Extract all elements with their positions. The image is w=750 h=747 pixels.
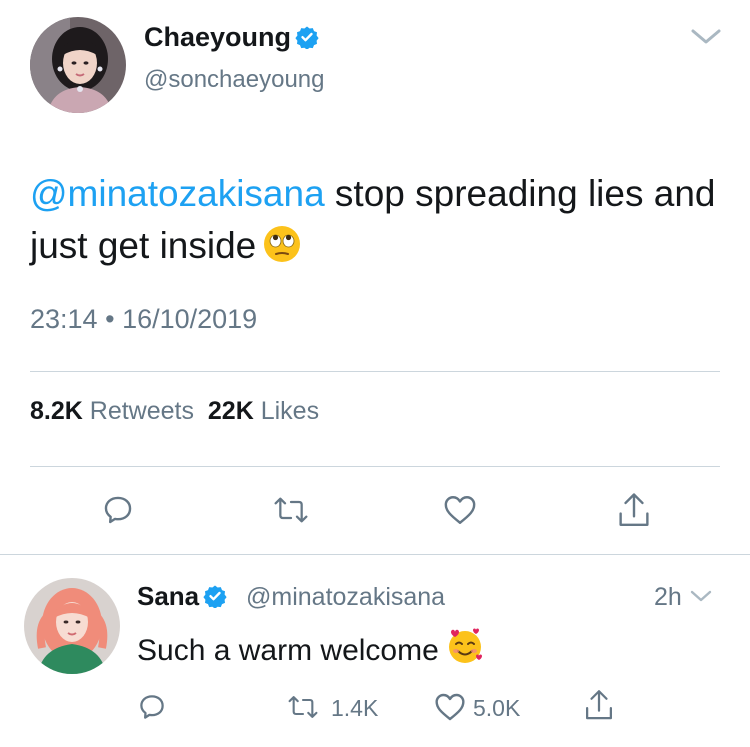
reply-author-name-text: Sana	[137, 581, 200, 611]
retweet-icon	[274, 497, 308, 523]
face-with-rolling-eyes-icon	[262, 224, 302, 278]
like-button[interactable]	[443, 494, 477, 531]
author-avatar[interactable]	[30, 17, 126, 113]
chevron-down-icon[interactable]	[690, 28, 722, 51]
chevron-down-icon[interactable]	[689, 589, 713, 603]
tweet-timestamp[interactable]: 23:14 • 16/10/2019	[30, 304, 257, 335]
retweet-button[interactable]	[271, 494, 311, 531]
retweets-count: 8.2K	[30, 397, 83, 425]
likes-label: Likes	[260, 397, 320, 425]
reply-body-text: Such a warm welcome	[137, 634, 439, 667]
likes-stat[interactable]: 22K Likes	[208, 397, 319, 425]
tweet-text: @minatozakisana stop spreading lies and …	[30, 168, 730, 278]
reply-author-name[interactable]: Sana	[137, 581, 227, 615]
reply-author-handle[interactable]: @minatozakisana	[246, 583, 445, 612]
tweet-time: 23:14	[30, 304, 98, 334]
reply-text: Such a warm welcome	[137, 626, 485, 674]
reply-like-button[interactable]	[434, 692, 466, 727]
retweets-label: Retweets	[89, 397, 194, 425]
mention-link[interactable]: @minatozakisana	[30, 173, 325, 214]
reply-time[interactable]: 2h	[654, 583, 713, 612]
divider	[30, 466, 720, 467]
likes-count: 22K	[207, 397, 254, 425]
heart-icon	[435, 693, 465, 721]
tweet-date: 16/10/2019	[122, 304, 258, 334]
author-name[interactable]: Chaeyoung	[144, 22, 319, 56]
retweet-icon	[288, 696, 318, 718]
heart-icon	[444, 496, 476, 524]
reply-time-text: 2h	[654, 583, 682, 611]
reply-likes-count: 5.0K	[473, 695, 521, 721]
author-handle[interactable]: @sonchaeyoung	[144, 66, 325, 94]
reply-reply-button[interactable]	[137, 692, 167, 727]
reply-share-button[interactable]	[584, 688, 614, 727]
verified-badge-icon	[295, 25, 319, 56]
timestamp-separator: •	[105, 304, 115, 334]
smiling-face-with-hearts-icon	[445, 626, 485, 674]
reply-button[interactable]	[101, 493, 135, 532]
reply-icon	[104, 496, 132, 524]
share-icon	[586, 690, 612, 720]
divider	[30, 371, 720, 372]
reply-icon	[140, 695, 164, 719]
divider	[0, 554, 750, 555]
reply-author-avatar[interactable]	[24, 578, 120, 674]
retweets-stat[interactable]: 8.2K Retweets	[30, 397, 194, 425]
reply-retweets-count: 1.4K	[331, 695, 379, 721]
reply-retweet-button[interactable]	[285, 693, 321, 726]
share-button[interactable]	[617, 491, 651, 534]
verified-badge-icon	[203, 584, 227, 615]
share-icon	[619, 493, 649, 526]
tweet-stats: 8.2K Retweets 22K Likes	[30, 397, 319, 426]
author-name-text: Chaeyoung	[144, 22, 292, 52]
